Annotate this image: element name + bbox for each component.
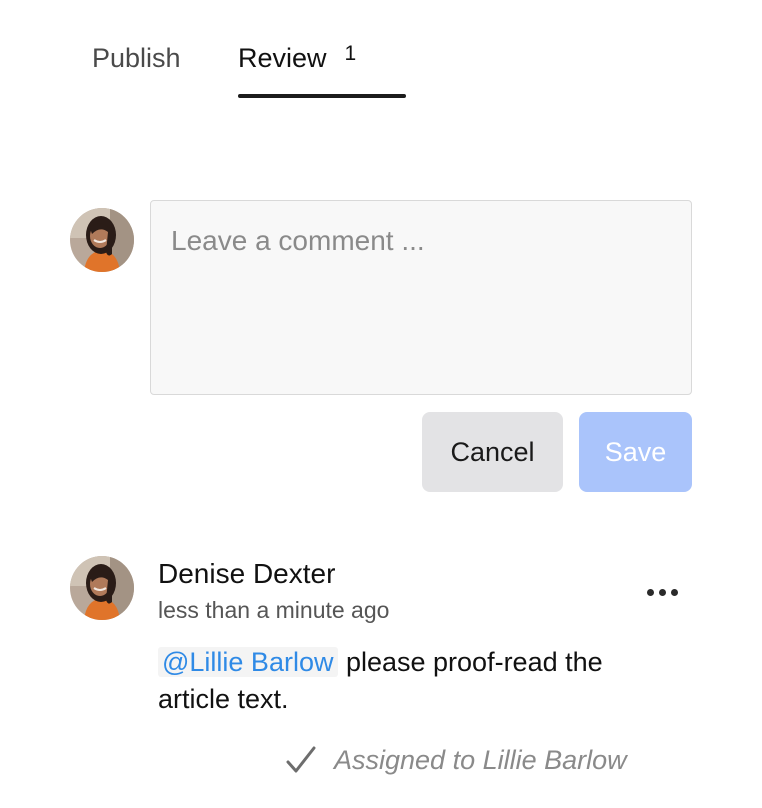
tab-review-label: Review [238, 43, 327, 73]
comment-timestamp: less than a minute ago [158, 597, 390, 623]
mention-link[interactable]: @Lillie Barlow [158, 647, 339, 677]
cancel-button[interactable]: Cancel [422, 412, 563, 492]
tab-bar: Publish Review 1 [76, 36, 416, 98]
tab-publish-label: Publish [92, 43, 181, 73]
avatar [70, 208, 134, 272]
comment-author: Denise Dexter [158, 558, 336, 589]
assignment-status: Assigned to Lillie Barlow [284, 740, 627, 780]
tab-review[interactable]: Review 1 [238, 36, 406, 98]
more-horizontal-icon [646, 588, 654, 596]
comment-input[interactable] [150, 200, 692, 395]
active-tab-indicator [238, 94, 406, 98]
tab-review-count-badge: 1 [344, 42, 357, 65]
assigned-label: Assigned to Lillie Barlow [334, 744, 627, 775]
more-options-button[interactable] [642, 578, 682, 606]
comment-text: @Lillie Barlow please proof-read the art… [158, 644, 678, 718]
save-button[interactable]: Save [579, 412, 692, 492]
avatar [70, 556, 134, 620]
checkmark-icon [286, 746, 316, 773]
tab-publish[interactable]: Publish [92, 36, 181, 98]
